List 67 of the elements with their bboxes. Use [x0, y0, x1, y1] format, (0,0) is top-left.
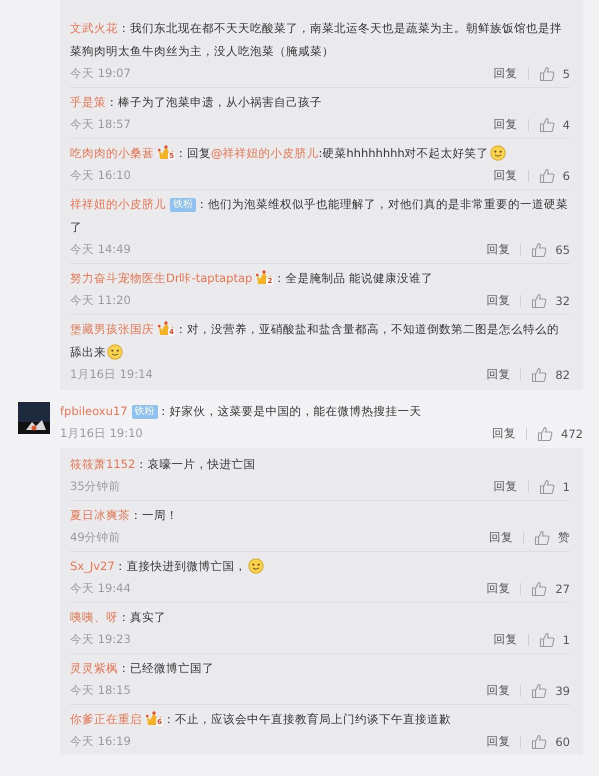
like-button[interactable]: 65: [531, 242, 570, 258]
reply-link[interactable]: 回复: [494, 168, 518, 183]
thumbs-up-icon: [531, 682, 548, 698]
like-button[interactable]: 6: [538, 168, 570, 184]
comment-text: 夏日冰爽茶：一周！: [70, 507, 179, 524]
thumbs-up-icon: [531, 734, 548, 750]
thumbs-up-icon: [538, 168, 555, 184]
thumbs-up-icon: [531, 580, 548, 596]
comment-text: 祥祥妞的小皮脐儿 铁粉 ：他们为泡菜维权似乎也能理解了，对他们真的是非常重要的一道硬菜了: [70, 196, 569, 236]
reply-link[interactable]: 回复: [494, 66, 518, 81]
like-button[interactable]: 39: [531, 682, 570, 698]
reply-link[interactable]: 回复: [494, 632, 518, 647]
like-button[interactable]: 32: [531, 292, 570, 308]
comment-text: 筱筱萧1152：哀嚎一片，快进亡国: [70, 456, 256, 473]
thumbs-up-icon: [538, 66, 555, 82]
reply-link[interactable]: 回复: [486, 734, 510, 749]
reply-link[interactable]: 回复: [486, 242, 510, 257]
like-button[interactable]: 4: [538, 116, 570, 132]
timestamp: 今天 19:44: [70, 581, 132, 596]
emoji-icon: [490, 145, 506, 161]
thumbs-up-icon: [538, 116, 555, 132]
like-button[interactable]: 472: [537, 426, 583, 442]
reply-link[interactable]: 回复: [492, 426, 516, 441]
emoji-icon: [107, 344, 123, 360]
avatar[interactable]: [18, 402, 50, 434]
timestamp: 今天 16:19: [70, 734, 132, 749]
thumbs-up-icon: [531, 292, 548, 308]
thumbs-up-icon: [534, 530, 550, 546]
timestamp: 今天 11:20: [70, 293, 132, 308]
thumbs-up-icon: [531, 242, 548, 258]
like-button[interactable]: 27: [531, 580, 570, 596]
timestamp: 今天 18:15: [70, 683, 132, 698]
like-button[interactable]: 赞: [534, 530, 570, 546]
timestamp: 今天 16:10: [70, 168, 132, 183]
reply-link[interactable]: 回复: [486, 293, 510, 308]
like-button[interactable]: 60: [531, 734, 570, 750]
thumbs-up-icon: [531, 366, 548, 382]
timestamp: 49分钟前: [70, 530, 122, 545]
comment-text: 灵灵紫枫：已经微博亡国了: [70, 660, 215, 677]
timestamp: 35分钟前: [70, 479, 122, 494]
thumbs-up-icon: [537, 426, 554, 442]
thumbs-up-icon: [538, 632, 555, 648]
comment-text: Sx_Jv27：直接快进到微博亡国，: [70, 555, 570, 578]
comment-text: fpbileoxu17 铁粉 ：好家伙，这菜要是中国的，能在微博热搜挂一天: [60, 403, 423, 421]
reply-link[interactable]: 回复: [494, 117, 518, 132]
timestamp: 今天 14:49: [70, 242, 132, 257]
reply-link[interactable]: 回复: [494, 479, 518, 494]
comment-text: 咦咦、呀：真实了: [70, 609, 167, 626]
reply-link[interactable]: 回复: [486, 581, 510, 596]
thumbs-up-icon: [538, 478, 555, 494]
like-button[interactable]: 1: [538, 632, 570, 648]
timestamp: 今天 19:07: [70, 66, 132, 81]
fan-badge: 铁粉: [170, 198, 196, 212]
timestamp: 1月16日 19:14: [70, 367, 154, 382]
reply-link[interactable]: 回复: [486, 367, 510, 382]
reply-link[interactable]: 回复: [489, 530, 513, 545]
reply-link[interactable]: 回复: [486, 683, 510, 698]
like-button[interactable]: 82: [531, 366, 570, 382]
emoji-icon: [248, 558, 264, 574]
like-button[interactable]: 5: [538, 66, 570, 82]
comment-text: 文武火花：我们东北现在都不天天吃酸菜了，南菜北运冬天也是蔬菜为主。朝鲜族饭馆也是拌菜狗肉明太鱼牛肉丝为主，没人吃泡菜（腌咸菜）: [70, 20, 563, 60]
like-button[interactable]: 1: [538, 478, 570, 494]
comment-text: 乎是策：棒子为了泡菜申遗，从小祸害自己孩子: [70, 94, 323, 111]
timestamp: 今天 19:23: [70, 632, 132, 647]
fan-badge: 铁粉: [132, 405, 158, 419]
timestamp: 1月16日 19:10: [60, 426, 144, 441]
timestamp: 今天 18:57: [70, 117, 132, 132]
